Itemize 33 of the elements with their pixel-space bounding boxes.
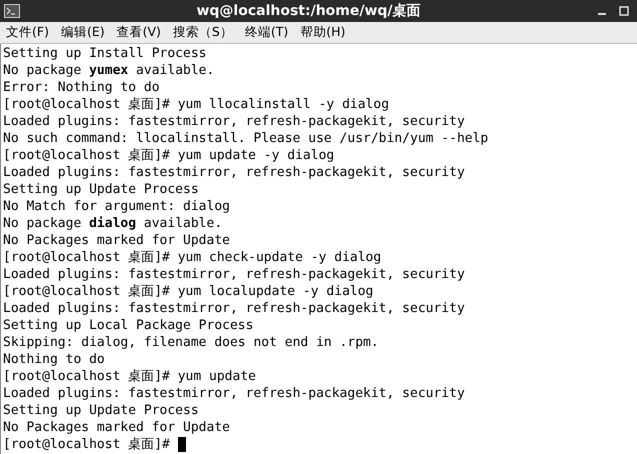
menu-item[interactable]: 搜索（S） (172, 23, 233, 42)
terminal-line: Error: Nothing to do (3, 79, 160, 96)
terminal-line: No Packages marked for Update (3, 419, 230, 436)
terminal-line: No Match for argument: dialog (3, 198, 230, 215)
terminal-line: [root@localhost 桌面]# yum check-update -y dialog (3, 249, 382, 266)
terminal-line: [root@localhost 桌面]# yum localupdate -y dialog (3, 283, 374, 300)
terminal-line: [root@localhost 桌面]# yum update -y dialog (3, 147, 334, 164)
terminal-icon (4, 4, 20, 18)
menu-item[interactable]: 终端(T) (244, 23, 288, 42)
terminal-line: No package dialog available. (3, 215, 222, 232)
window-title: wq@localhost:/home/wq/桌面 (195, 2, 422, 20)
terminal-line: [root@localhost 桌面]# yum llocalinstall -y dialog (3, 96, 390, 113)
terminal-line: Loaded plugins: fastestmirror, refresh-packagekit, security (3, 113, 465, 130)
terminal-line: Nothing to do (3, 351, 105, 368)
terminal-line: No Packages marked for Update (3, 232, 230, 249)
menu-item[interactable]: 帮助(H) (300, 23, 346, 42)
terminal-line: Loaded plugins: fastestmirror, refresh-packagekit, security (3, 266, 465, 283)
terminal-line: Setting up Update Process (3, 181, 199, 198)
terminal-line: Setting up Install Process (3, 45, 206, 62)
terminal-line: [root@localhost 桌面]# yum update (3, 368, 256, 385)
terminal-line: Setting up Update Process (3, 402, 199, 419)
terminal-line: No package yumex available. (3, 62, 214, 79)
maximize-icon[interactable] (619, 6, 629, 16)
terminal-line: Skipping: dialog, filename does not end in .rpm. (3, 334, 379, 351)
terminal-line: Loaded plugins: fastestmirror, refresh-packagekit, security (3, 164, 465, 181)
menu-item[interactable]: 查看(V) (116, 23, 161, 42)
menu-item[interactable]: 编辑(E) (60, 23, 105, 42)
menu-item[interactable]: 文件(F) (6, 23, 49, 42)
terminal-line: Loaded plugins: fastestmirror, refresh-packagekit, security (3, 385, 465, 402)
terminal-line: No such command: llocalinstall. Please use /usr/bin/yum --help (3, 130, 488, 147)
terminal-line: Setting up Local Package Process (3, 317, 254, 334)
terminal-line: [root@localhost 桌面]# (3, 436, 170, 453)
terminal-line: Loaded plugins: fastestmirror, refresh-packagekit, security (3, 300, 465, 317)
